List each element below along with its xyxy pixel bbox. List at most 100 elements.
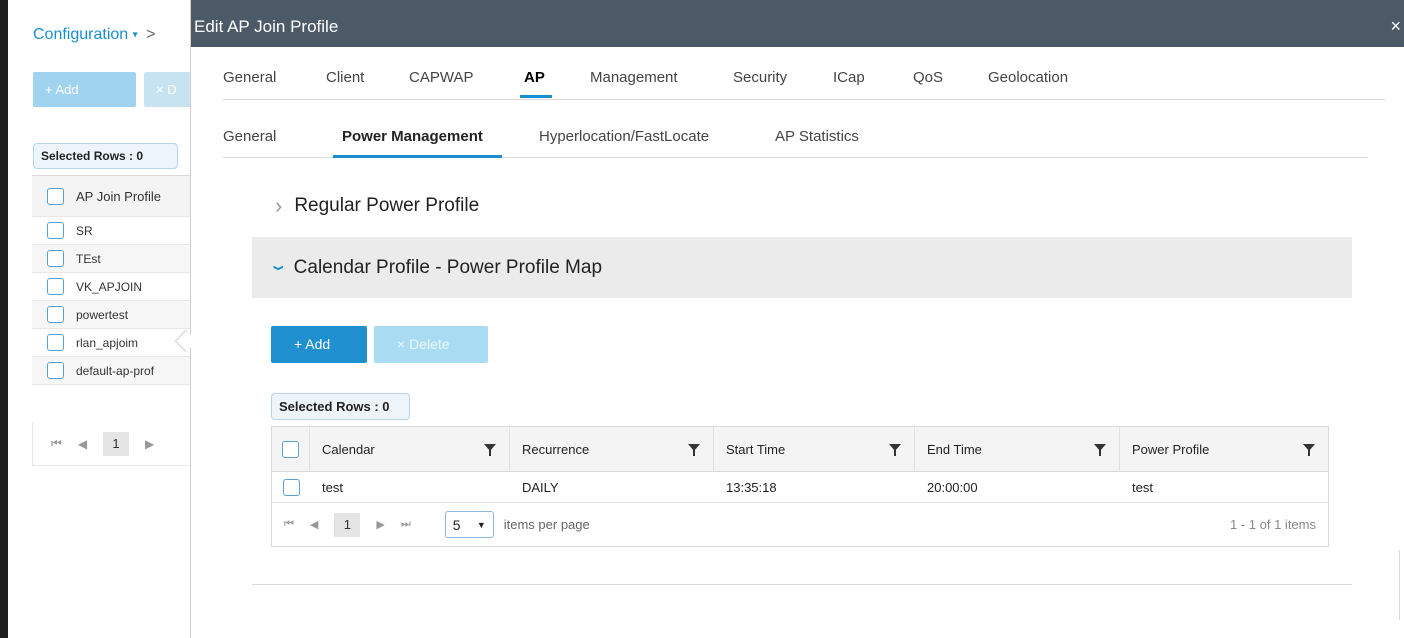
column-power-profile[interactable]: Power Profile (1120, 427, 1328, 471)
row-checkbox[interactable] (47, 334, 64, 351)
row-label[interactable]: TEst (76, 252, 101, 266)
cell-power-profile[interactable]: test (1120, 472, 1328, 502)
accordion-title[interactable]: Calendar Profile - Power Profile Map (294, 257, 602, 279)
row-label[interactable]: SR (76, 224, 93, 238)
prev-page-icon[interactable]: ◀ (310, 518, 318, 531)
filter-icon[interactable] (1094, 444, 1106, 456)
column-start-time[interactable]: Start Time (714, 427, 915, 471)
table-row[interactable]: powertest (32, 301, 202, 329)
row-label[interactable]: powertest (76, 308, 128, 322)
subtab-power-management[interactable]: Power Management (342, 128, 483, 145)
main-tabs: General Client CAPWAP AP Management Secu… (223, 57, 1385, 100)
tab-management[interactable]: Management (590, 69, 678, 86)
table-header: Calendar Recurrence Start Time End Time … (272, 427, 1328, 472)
items-per-page-select[interactable]: 5 ▼ (444, 511, 494, 538)
column-label: End Time (927, 441, 982, 457)
first-page-icon[interactable]: ⏮ (284, 518, 294, 531)
subtab-ap-statistics[interactable]: AP Statistics (775, 128, 859, 145)
column-end-time[interactable]: End Time (915, 427, 1120, 471)
table-row[interactable]: test DAILY 13:35:18 20:00:00 test (272, 472, 1328, 503)
breadcrumb-separator: > (146, 26, 156, 43)
first-page-icon[interactable]: ⏮ (51, 436, 62, 451)
next-page-icon[interactable]: ▶ (376, 518, 384, 531)
row-checkbox[interactable] (47, 222, 64, 239)
column-calendar[interactable]: Calendar (310, 427, 510, 471)
filter-icon[interactable] (688, 444, 700, 456)
table-row[interactable]: SR (32, 217, 202, 245)
tab-capwap[interactable]: CAPWAP (409, 69, 473, 86)
next-page-icon[interactable]: ▶ (145, 437, 154, 451)
background-page: Configuration ▾ > + Add × D Selected Row… (8, 0, 208, 638)
accordion-regular-power-profile[interactable]: › Regular Power Profile (275, 195, 479, 217)
chevron-down-icon: › (266, 264, 293, 271)
column-ap-join-profile[interactable]: AP Join Profile (76, 189, 161, 204)
filter-icon[interactable] (484, 444, 496, 456)
tab-ap[interactable]: AP (524, 69, 545, 86)
chevron-right-icon: › (275, 193, 283, 218)
page-number[interactable]: 1 (334, 512, 361, 537)
subtab-hyperlocation[interactable]: Hyperlocation/FastLocate (539, 128, 709, 145)
edit-ap-join-profile-modal: Edit AP Join Profile × General Client CA… (190, 0, 1404, 638)
modal-header: Edit AP Join Profile × (191, 0, 1404, 47)
last-page-icon[interactable]: ⏭ (401, 518, 411, 531)
items-per-page-value: 5 (452, 516, 461, 533)
cell-end-time[interactable]: 20:00:00 (915, 472, 1120, 502)
tab-general[interactable]: General (223, 69, 276, 86)
tab-geolocation[interactable]: Geolocation (988, 69, 1068, 86)
row-checkbox[interactable] (47, 306, 64, 323)
table-row[interactable]: VK_APJOIN (32, 273, 202, 301)
row-checkbox[interactable] (282, 478, 300, 496)
select-all-checkbox[interactable] (282, 440, 299, 458)
items-per-page-label: items per page (503, 517, 590, 532)
column-label: Calendar (322, 441, 375, 457)
calendar-profile-table: Calendar Recurrence Start Time End Time … (271, 426, 1329, 547)
row-label[interactable]: rlan_apjoim (76, 336, 138, 350)
filter-icon[interactable] (1303, 444, 1315, 456)
row-label[interactable]: default-ap-prof (76, 364, 154, 378)
table-row[interactable]: default-ap-prof (32, 357, 202, 385)
prev-page-icon[interactable]: ◀ (78, 437, 87, 451)
row-label[interactable]: VK_APJOIN (76, 280, 142, 294)
table-row[interactable]: TEst (32, 245, 202, 273)
accordion-calendar-profile[interactable]: › Calendar Profile - Power Profile Map (252, 237, 1352, 298)
background-add-button[interactable]: + Add (33, 72, 136, 107)
cell-calendar[interactable]: test (310, 472, 510, 502)
cell-recurrence[interactable]: DAILY (510, 472, 714, 502)
page-number[interactable]: 1 (103, 431, 130, 456)
column-label: Power Profile (1132, 441, 1210, 457)
row-select-cell (272, 472, 310, 502)
selected-rows-badge: Selected Rows : 0 (271, 393, 410, 420)
dropdown-arrow-icon: ▼ (476, 519, 486, 530)
sub-tabs: General Power Management Hyperlocation/F… (223, 118, 1368, 158)
delete-button[interactable]: × Delete (374, 326, 488, 363)
divider (252, 584, 1352, 585)
tab-client[interactable]: Client (326, 69, 364, 86)
tab-icap[interactable]: ICap (833, 69, 865, 86)
close-icon[interactable]: × (1390, 16, 1401, 37)
select-all-checkbox[interactable] (47, 187, 64, 205)
row-checkbox[interactable] (47, 362, 64, 379)
cell-start-time[interactable]: 13:35:18 (714, 472, 915, 502)
scroll-edge (1399, 550, 1404, 620)
column-recurrence[interactable]: Recurrence (510, 427, 714, 471)
table-pager: ⏮ ◀ 1 ▶ ⏭ 5 ▼ items per page 1 - 1 of 1 … (272, 503, 1328, 546)
active-subtab-indicator (333, 155, 502, 158)
tab-security[interactable]: Security (733, 69, 787, 86)
filter-icon[interactable] (889, 444, 901, 456)
column-label: Recurrence (522, 441, 590, 457)
column-label: Start Time (726, 441, 786, 457)
window-edge (0, 0, 8, 638)
background-pager: ⏮ ◀ 1 ▶ (32, 422, 202, 466)
active-tab-indicator (520, 95, 552, 98)
caret-down-icon: ▾ (132, 29, 138, 41)
subtab-general[interactable]: General (223, 128, 276, 145)
add-button[interactable]: + Add (271, 326, 367, 363)
ap-join-profile-table: AP Join Profile SR TEst VK_APJOIN powert… (32, 175, 202, 385)
row-checkbox[interactable] (47, 250, 64, 267)
tab-qos[interactable]: QoS (913, 69, 943, 86)
row-checkbox[interactable] (47, 278, 64, 295)
modal-title: Edit AP Join Profile (194, 17, 339, 36)
accordion-title[interactable]: Regular Power Profile (294, 195, 479, 217)
breadcrumb-configuration[interactable]: Configuration (33, 26, 128, 43)
breadcrumb[interactable]: Configuration ▾ > (33, 26, 155, 44)
